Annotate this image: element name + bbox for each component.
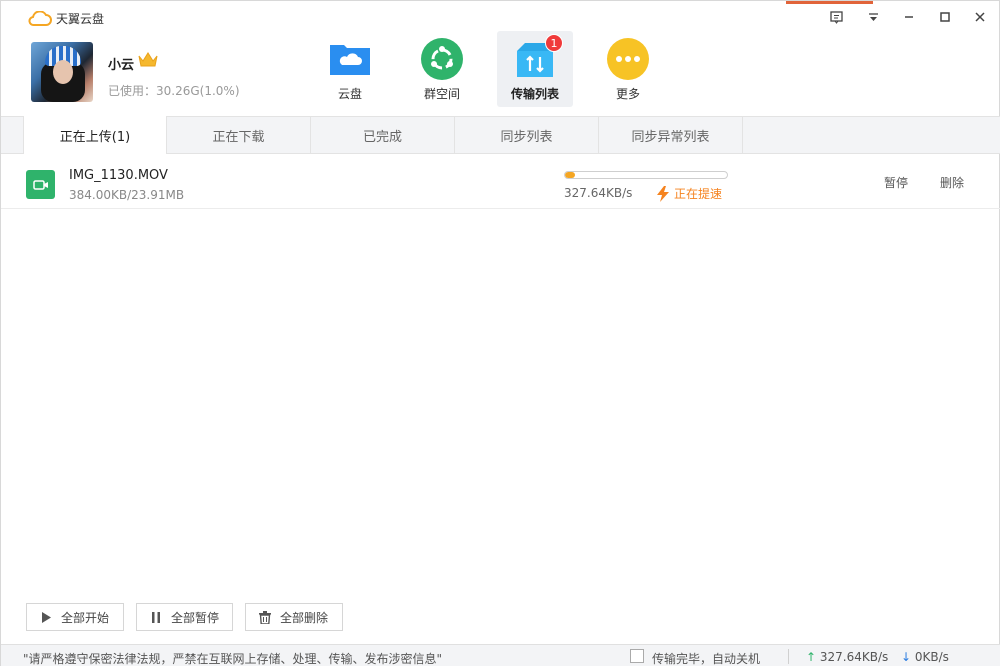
tab-completed[interactable]: 已完成	[311, 117, 455, 154]
upload-row[interactable]: IMG_1130.MOV 384.00KB/23.91MB 327.64KB/s…	[1, 155, 1000, 209]
upload-speed: 327.64KB/s	[564, 186, 633, 200]
total-download-speed-value: 0KB/s	[914, 650, 949, 664]
delete-button[interactable]: 删除	[940, 174, 964, 191]
header: 小云 已使用：30.26G(1.0%) 云盘 群空间 1 传输列表 更多	[1, 31, 1000, 115]
nav-transfer-list[interactable]: 1 传输列表	[497, 31, 573, 107]
close-icon[interactable]	[972, 9, 988, 25]
start-all-label: 全部开始	[61, 610, 110, 625]
pause-all-button[interactable]: 全部暂停	[136, 603, 233, 631]
nav-more[interactable]: 更多	[590, 31, 666, 107]
speed-boost-indicator[interactable]: 正在提速	[656, 185, 722, 202]
auto-shutdown-checkbox[interactable]	[630, 649, 644, 663]
nav-label: 云盘	[337, 87, 362, 101]
download-arrow-icon: ↓	[901, 650, 912, 664]
video-file-icon	[26, 170, 55, 199]
total-download-speed: ↓ 0KB/s	[901, 650, 949, 664]
nav-cloud-disk[interactable]: 云盘	[312, 31, 388, 107]
app-logo: 天翼云盘	[28, 10, 104, 27]
nav-group-space[interactable]: 群空间	[404, 31, 480, 107]
pause-button[interactable]: 暂停	[884, 174, 908, 191]
start-all-button[interactable]: 全部开始	[26, 603, 124, 631]
minimize-icon[interactable]	[901, 9, 917, 25]
lightning-icon	[657, 185, 669, 202]
file-size: 384.00KB/23.91MB	[69, 188, 185, 202]
nav-label: 群空间	[423, 87, 460, 101]
total-upload-speed: ↑ 327.64KB/s	[806, 650, 888, 664]
tab-sync-errors[interactable]: 同步异常列表	[599, 117, 743, 154]
more-icon	[606, 37, 650, 81]
delete-all-label: 全部删除	[280, 610, 329, 625]
delete-all-button[interactable]: 全部删除	[245, 603, 343, 631]
pause-icon	[149, 611, 163, 623]
status-divider	[788, 649, 789, 664]
storage-usage: 已使用：30.26G(1.0%)	[108, 84, 240, 98]
vip-crown-icon[interactable]	[137, 51, 159, 69]
auto-shutdown-label[interactable]: 传输完毕，自动关机	[652, 650, 760, 666]
maximize-icon[interactable]	[937, 9, 953, 25]
trash-icon	[258, 610, 272, 624]
upload-progress-bar	[564, 171, 728, 179]
tab-downloading[interactable]: 正在下载	[167, 117, 311, 154]
username: 小云	[108, 58, 135, 73]
cloud-folder-icon	[328, 37, 372, 81]
avatar[interactable]	[31, 42, 93, 102]
security-notice: "请严格遵守保密法律法规，严禁在互联网上存储、处理、传输、发布涉密信息"	[23, 652, 443, 666]
upload-arrow-icon: ↑	[806, 650, 817, 664]
total-upload-speed-value: 327.64KB/s	[819, 650, 889, 664]
status-bar: "请严格遵守保密法律法规，严禁在互联网上存储、处理、传输、发布涉密信息" 传输完…	[1, 644, 1000, 666]
play-icon	[39, 611, 53, 623]
file-name: IMG_1130.MOV	[69, 168, 168, 183]
nav-label: 更多	[615, 87, 640, 101]
transfer-count-badge: 1	[545, 34, 563, 52]
title-bar: 天翼云盘	[1, 1, 1000, 31]
transfer-tabs: 正在上传(1) 正在下载 已完成 同步列表 同步异常列表	[1, 116, 1000, 154]
nav-label: 传输列表	[510, 87, 559, 101]
feedback-icon[interactable]	[828, 9, 844, 25]
transfer-list-icon: 1	[513, 34, 563, 81]
tab-uploading[interactable]: 正在上传(1)	[23, 116, 167, 154]
app-title: 天翼云盘	[56, 12, 105, 26]
group-space-icon	[420, 37, 464, 81]
tab-sync-list[interactable]: 同步列表	[455, 117, 599, 154]
cloud-logo-icon	[28, 10, 52, 26]
dropdown-menu-icon[interactable]	[865, 9, 881, 25]
pause-all-label: 全部暂停	[171, 610, 220, 625]
app-window: 天翼云盘 小云 已使用：30.26G(1.0%) 云盘 群空间 1 传输列表 更…	[0, 0, 1000, 666]
upload-progress-fill	[565, 172, 575, 178]
speed-boost-label: 正在提速	[674, 187, 723, 201]
